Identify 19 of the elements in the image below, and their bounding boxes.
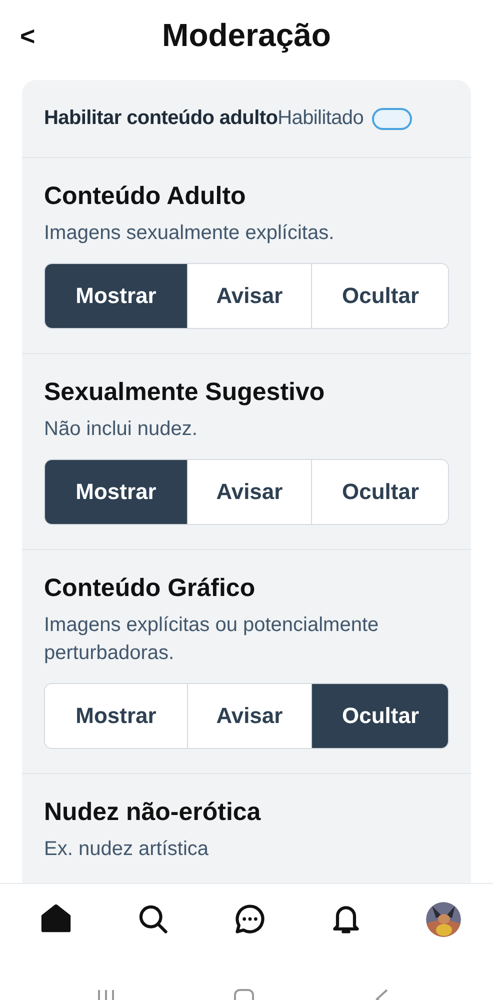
segment-button[interactable]: Mostrar	[45, 460, 187, 524]
section-description: Não inclui nudez.	[44, 417, 198, 442]
section-description: Ex. nudez artística	[44, 837, 210, 862]
page-title: Moderação	[162, 17, 331, 54]
segment-button[interactable]: Mostrar	[45, 264, 187, 328]
toggle-switch[interactable]	[372, 108, 412, 130]
section-title: Conteúdo Gráfico	[44, 574, 256, 603]
setting-value: Habilitado	[278, 107, 364, 130]
setting-label: Habilitar conteúdo adulto	[44, 107, 278, 130]
section-title: Nudez não-erótica	[44, 798, 262, 827]
back-button[interactable]: <	[16, 20, 40, 52]
segment-button[interactable]: Ocultar	[311, 460, 448, 524]
avatar[interactable]	[425, 901, 461, 937]
segment-button[interactable]: Ocultar	[311, 684, 448, 748]
segment-button[interactable]: Ocultar	[311, 264, 448, 328]
section-description: Imagens explícitas ou potencialmente perturbadoras.	[44, 613, 380, 666]
section-title: Sexualmente Sugestivo	[44, 378, 326, 407]
section-description: Imagens sexualmente explícitas.	[44, 221, 336, 246]
section-title: Conteúdo Adulto	[44, 182, 247, 211]
